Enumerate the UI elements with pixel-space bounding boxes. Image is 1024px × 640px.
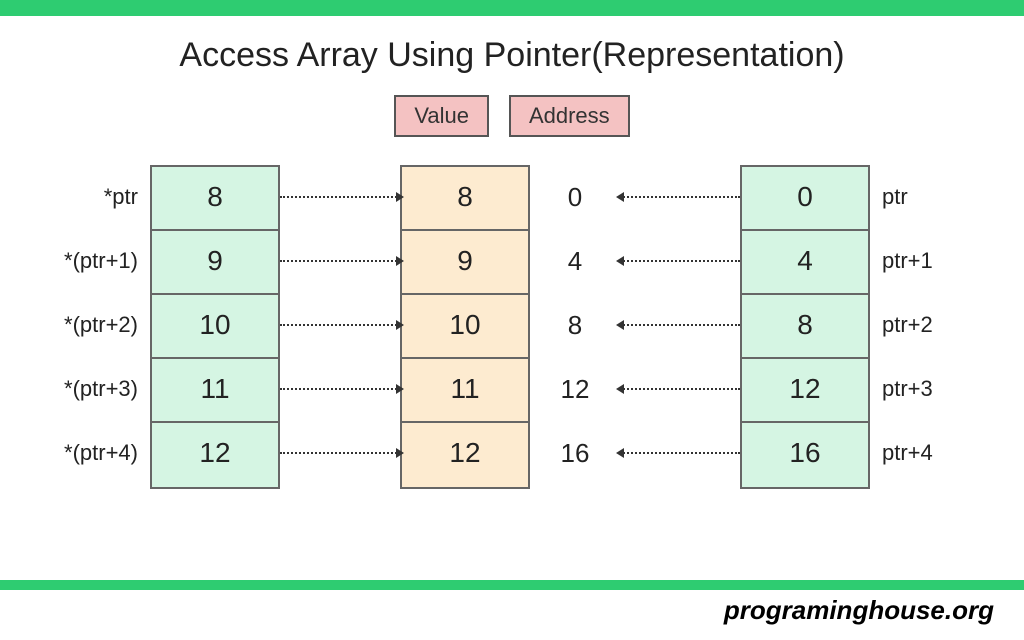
address-value: 12 [530,357,620,421]
pointer-label: ptr [882,165,960,229]
arrow-left [620,421,740,485]
array-cell: 12 [402,423,528,487]
deref-labels: *ptr *(ptr+1) *(ptr+2) *(ptr+3) *(ptr+4) [40,165,150,485]
array-cell: 9 [152,231,278,295]
array-cell: 12 [152,423,278,487]
legend-value: Value [394,95,489,137]
address-value: 16 [530,421,620,485]
address-value: 4 [530,229,620,293]
pointer-label: ptr+1 [882,229,960,293]
address-values: 0 4 8 12 16 [530,165,620,485]
array-cell: 8 [742,295,868,359]
value-array-left: 8 9 10 11 12 [150,165,280,489]
pointer-diagram: *ptr *(ptr+1) *(ptr+2) *(ptr+3) *(ptr+4)… [40,165,984,489]
deref-label: *(ptr+4) [40,421,138,485]
deref-label: *(ptr+3) [40,357,138,421]
watermark: programinghouse.org [724,595,994,626]
array-cell: 10 [402,295,528,359]
deref-label: *(ptr+1) [40,229,138,293]
arrow-left [620,165,740,229]
pointer-label: ptr+4 [882,421,960,485]
arrow-left [620,229,740,293]
arrow-right [280,357,400,421]
pointer-label: ptr+2 [882,293,960,357]
address-arrows [620,165,740,485]
pointer-label: ptr+3 [882,357,960,421]
value-array-mid: 8 9 10 11 12 [400,165,530,489]
deref-label: *ptr [40,165,138,229]
array-cell: 9 [402,231,528,295]
pointer-labels: ptr ptr+1 ptr+2 ptr+3 ptr+4 [870,165,960,485]
address-value: 8 [530,293,620,357]
array-cell: 4 [742,231,868,295]
arrow-right [280,293,400,357]
array-cell: 8 [152,167,278,231]
array-cell: 12 [742,359,868,423]
value-arrows [280,165,400,485]
array-cell: 10 [152,295,278,359]
arrow-right [280,165,400,229]
array-cell: 16 [742,423,868,487]
legend-address: Address [509,95,630,137]
arrow-left [620,293,740,357]
page-title: Access Array Using Pointer(Representatio… [40,36,984,75]
arrow-left [620,357,740,421]
arrow-right [280,421,400,485]
array-cell: 0 [742,167,868,231]
diagram-content: Access Array Using Pointer(Representatio… [0,16,1024,489]
deref-label: *(ptr+2) [40,293,138,357]
bottom-bar [0,580,1024,590]
address-value: 0 [530,165,620,229]
array-cell: 11 [402,359,528,423]
array-cell: 11 [152,359,278,423]
arrow-right [280,229,400,293]
legend: Value Address [40,95,984,137]
array-cell: 8 [402,167,528,231]
address-array: 0 4 8 12 16 [740,165,870,489]
top-bar [0,0,1024,16]
